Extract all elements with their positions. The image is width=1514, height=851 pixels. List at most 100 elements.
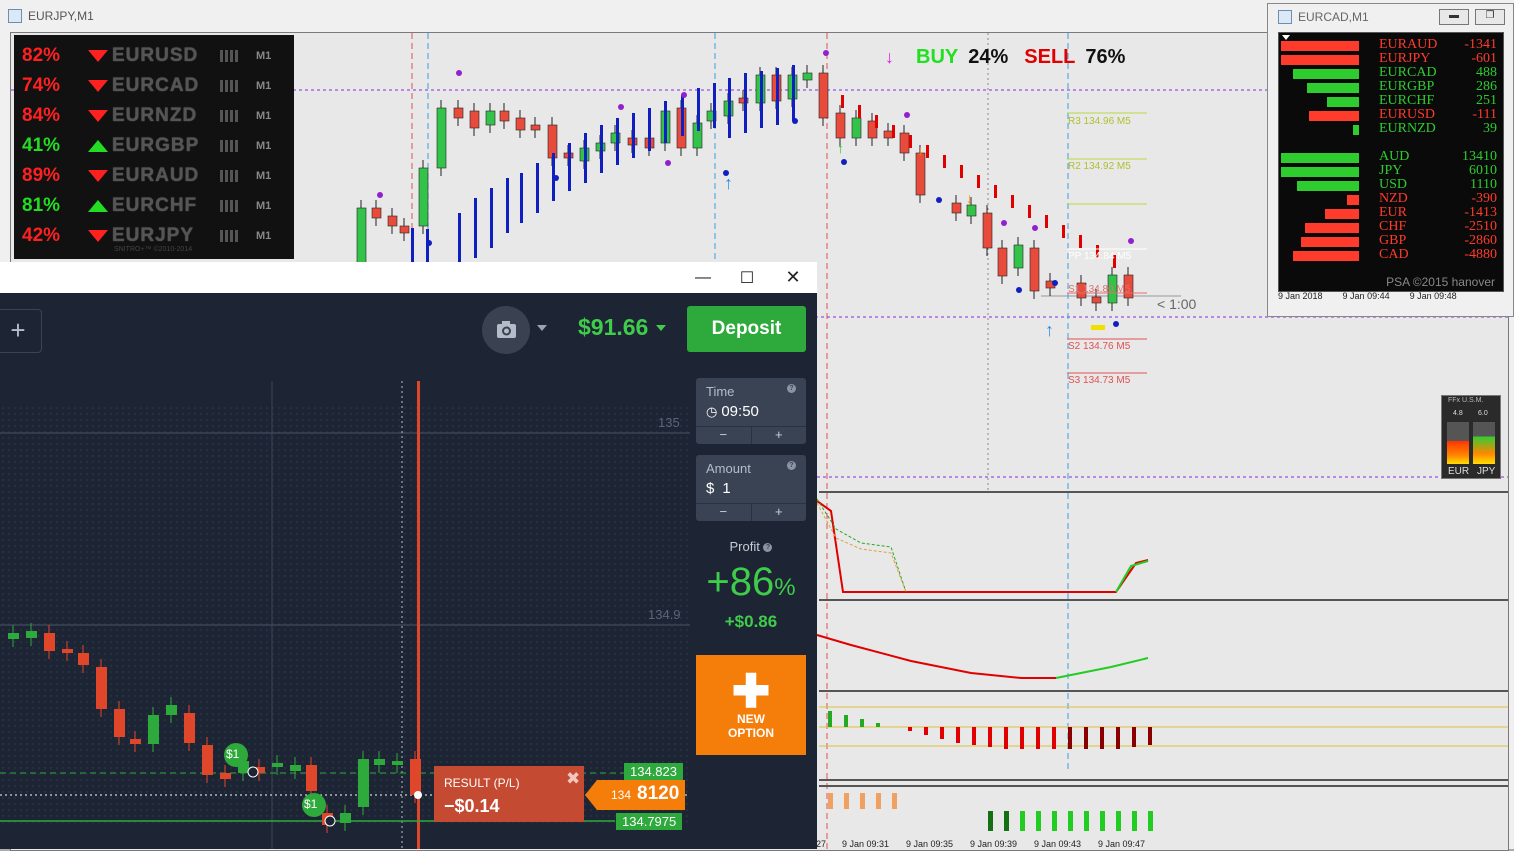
broker-candle-body [114,709,125,737]
currency-strength-panel: 82% EURUSD M1 74% EURCAD M1 84% EURNZD M1 41% EURG… [14,35,294,259]
grid-icon [220,230,238,242]
volume-bar [1100,811,1105,831]
strength-timeframe: M1 [256,140,272,152]
candle-body [1029,247,1040,292]
candle-body [1013,244,1024,269]
restore-button[interactable]: ❐ [1475,9,1505,25]
trade-result-box: RESULT (P/L) ✖ −$0.14 [434,766,584,822]
broker-candle-body [358,759,369,807]
deposit-button[interactable]: Deposit [687,306,806,352]
time-tick: 9 Jan 09:39 [970,839,1018,849]
candle-body [418,167,429,227]
help-icon[interactable]: ? [787,461,796,470]
broker-candle-body [184,713,195,743]
blue-trend-bar [490,188,493,248]
add-asset-button[interactable]: + [0,309,42,353]
candle-body [436,107,447,169]
usm-right-value: 6.0 [1478,410,1488,417]
broker-price-chart[interactable]: $1 $1 135 134.9 [0,363,817,849]
grid-icon [220,50,238,62]
blue-trend-bar [776,68,779,125]
volume-bar [860,793,865,809]
signal-dot [426,240,432,246]
volume-bar [1020,811,1025,831]
broker-candle-body [290,765,301,771]
minimize-button[interactable]: ▬ [1439,9,1469,25]
time-tick: 9 Jan 09:44 [1342,291,1390,301]
up-arrow-icon [88,140,108,152]
histogram-bar [844,715,848,727]
histogram-bar [828,711,832,727]
down-arrow-icon [88,80,108,92]
price-prefix: 134 [611,788,632,802]
sar-mark [994,185,997,198]
screenshot-button[interactable] [482,306,530,354]
amount-increase-button[interactable]: + [752,504,807,521]
new-option-line2: OPTION [727,726,774,740]
eurcad-titlebar[interactable]: EURCAD,M1 [1278,10,1369,24]
amount-field[interactable]: $ 1 [696,476,806,503]
signal-dot [1113,321,1119,327]
strength-timeframe: M1 [256,230,272,242]
candle-body [966,204,977,217]
sar-mark [1062,225,1065,238]
new-option-button[interactable]: ✚ NEW OPTION [696,655,806,755]
time-control: Time ? ◷ 09:50 − + [696,378,806,444]
signal-dot [792,118,798,124]
sar-mark [943,155,946,168]
psa-bar [1353,125,1359,135]
close-result-icon[interactable]: ✖ [566,769,580,789]
account-balance[interactable]: $91.66 [578,314,667,341]
volume-bar [828,793,833,809]
strength-percent: 89% [22,165,61,186]
down-arrow-icon [88,230,108,242]
maximize-button[interactable]: ☐ [724,262,770,293]
histogram-bar [1036,727,1040,749]
time-tick: 9 Jan 09:43 [1034,839,1082,849]
broker-titlebar[interactable]: — ☐ ✕ [0,262,817,293]
minimize-button[interactable]: — [680,262,726,293]
camera-icon [497,321,516,338]
blue-trend-bar [728,78,731,138]
eurcad-chart-window[interactable]: EURCAD,M1 ▬ ❐ EURAUD -1341 EURJPY -601 EURCA… [1267,3,1514,317]
signal-dot [665,160,671,166]
candle-countdown: < 1:00 [1157,296,1197,312]
strength-percent: 84% [22,105,61,126]
candle-body [485,110,496,126]
blue-trend-bar [600,125,603,173]
signal-dot [377,192,383,198]
candle-body [997,247,1008,277]
pivot-s1-label: S1 134.80 M5 [1068,284,1131,295]
buy-sell-signal: ↓ BUY 24% SELL 76% [885,46,1125,69]
strength-row: 89% EURAUD M1 [22,161,271,191]
help-icon[interactable]: ? [787,384,796,393]
sar-mark [926,145,929,158]
candle-body [835,112,846,139]
time-field[interactable]: ◷ 09:50 [696,399,806,426]
histogram-bar [908,727,912,731]
signal-dot [1032,225,1038,231]
blue-trend-bar [697,88,700,131]
entry-point-icon [247,766,259,778]
result-label: RESULT (P/L) [444,776,520,790]
volume-bar [1116,811,1121,831]
time-label: Time [706,384,735,399]
usm-right-bar [1473,422,1495,464]
psa-bar [1309,111,1359,121]
grid-icon [220,170,238,182]
sar-mark [1028,205,1031,218]
close-button[interactable]: ✕ [770,262,816,293]
screenshot-dropdown-icon[interactable] [537,325,547,331]
blue-trend-bar [744,73,747,133]
candle-body [802,72,813,81]
candle-body [399,225,410,234]
time-increase-button[interactable]: + [752,427,807,444]
amount-decrease-button[interactable]: − [696,504,752,521]
strength-percent: 41% [22,135,61,156]
main-window-titlebar[interactable]: EURJPY,M1 [0,0,94,32]
strength-percent: 82% [22,45,61,66]
volume-bar [892,793,897,809]
time-decrease-button[interactable]: − [696,427,752,444]
strength-timeframe: M1 [256,200,272,212]
help-icon[interactable]: ? [763,543,773,553]
